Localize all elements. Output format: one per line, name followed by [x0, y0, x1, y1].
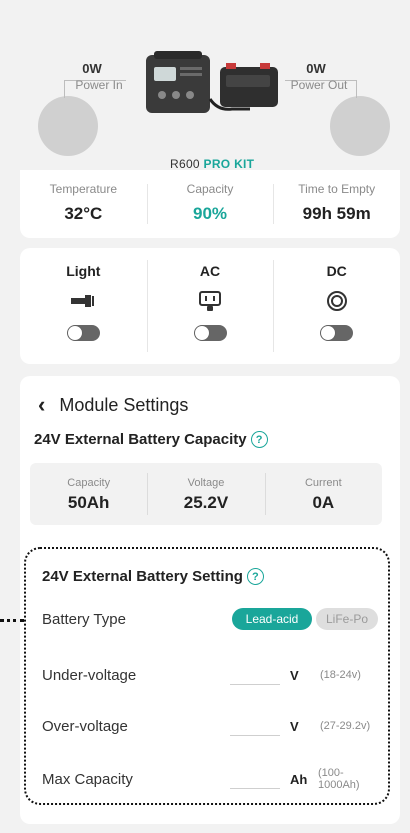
output-controls: Light AC DC — [20, 248, 400, 364]
chevron-left-icon[interactable]: ‹ — [38, 394, 45, 416]
lead-acid-option[interactable]: Lead-acid — [232, 608, 312, 630]
ac-toggle[interactable] — [193, 325, 227, 341]
under-voltage-row: Under-voltage V (18-24v) — [42, 665, 361, 685]
battery-type-row: Battery Type Lead-acid LiFe-Po — [42, 608, 382, 630]
dc-output: DC — [273, 248, 400, 364]
power-in-label: Power In — [75, 78, 123, 92]
ac-outlet-icon — [147, 289, 274, 313]
power-out-label: Power Out — [290, 78, 348, 92]
ac-output: AC — [146, 248, 274, 364]
module-settings-header: ‹ Module Settings — [38, 394, 188, 416]
power-station-image — [146, 51, 278, 113]
over-voltage-input[interactable] — [230, 716, 280, 736]
module-settings-title: Module Settings — [59, 394, 189, 415]
module-settings-panel: ‹ Module Settings 24V External Battery C… — [20, 376, 400, 824]
light-output: Light — [20, 248, 147, 364]
status-panel: Temperature 32°C Capacity 90% Time to Em… — [20, 170, 400, 238]
ext-capacity-stat: Capacity 50Ah — [67, 477, 111, 512]
help-icon[interactable]: ? — [250, 431, 268, 448]
dc-toggle[interactable] — [320, 325, 354, 341]
over-voltage-row: Over-voltage V (27-29.2v) — [42, 716, 371, 736]
dc-port-icon — [273, 289, 400, 313]
light-toggle[interactable] — [66, 325, 100, 341]
temperature-stat: Temperature 32°C — [49, 182, 118, 223]
power-overview: 0W Power In 0W Power Out R600 PRO KIT — [20, 14, 400, 171]
under-voltage-input[interactable] — [230, 665, 280, 685]
power-in-indicator — [38, 96, 98, 156]
power-out-indicator — [330, 96, 390, 156]
help-icon[interactable]: ? — [246, 568, 264, 585]
max-capacity-row: Max Capacity Ah (100-1000Ah) — [42, 767, 360, 791]
capacity-stat: Capacity 90% — [146, 170, 274, 238]
flashlight-icon — [20, 289, 147, 313]
highlight-connector — [0, 619, 24, 622]
setting-section-title: 24V External Battery Setting ? — [42, 568, 264, 585]
ext-current-stat: Current 0A — [264, 463, 382, 525]
capacity-section-title: 24V External Battery Capacity ? — [34, 431, 268, 448]
model-name: R600 PRO KIT — [170, 157, 255, 171]
power-in-value: 0W — [82, 61, 102, 76]
time-to-empty-stat: Time to Empty 99h 59m — [273, 170, 400, 238]
max-capacity-input[interactable] — [230, 769, 280, 789]
lifepo-option[interactable]: LiFe-Po — [316, 608, 378, 630]
ext-voltage-stat: Voltage 25.2V — [147, 463, 264, 525]
external-battery-stats: Capacity 50Ah Voltage 25.2V Current 0A — [30, 463, 382, 525]
